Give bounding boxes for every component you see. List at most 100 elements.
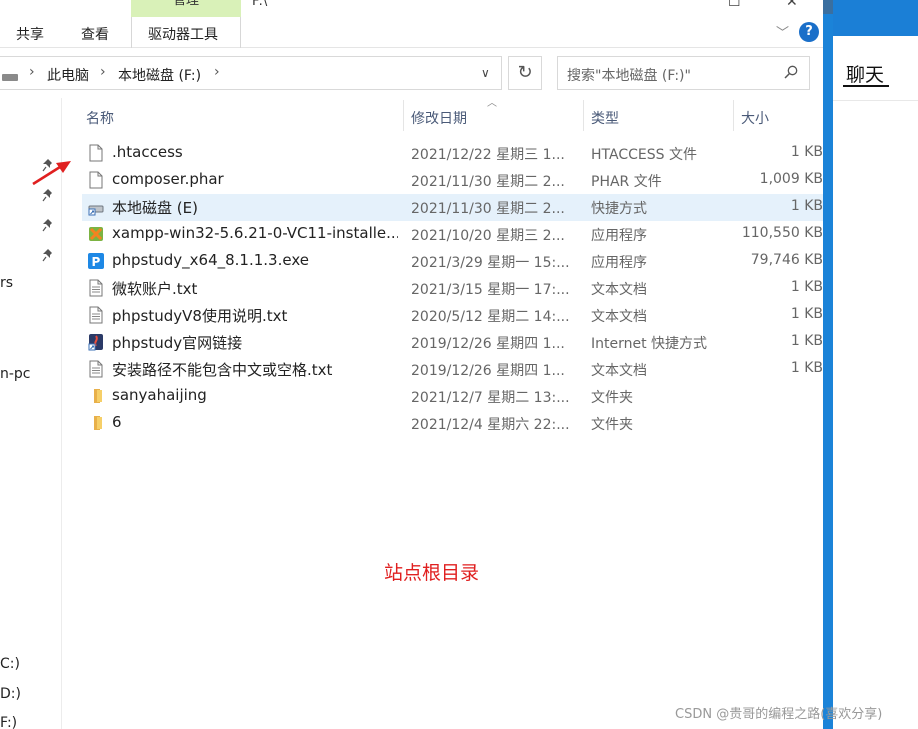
- file-date: 2021/10/20 星期三 2...: [411, 228, 565, 244]
- phpstudy-app-icon: P: [88, 252, 104, 270]
- close-button[interactable]: ✕: [786, 0, 798, 10]
- tab-chat[interactable]: 聊天: [846, 60, 884, 87]
- refresh-button[interactable]: ↻: [508, 56, 542, 90]
- tab-view[interactable]: 查看: [81, 24, 109, 44]
- file-name: sanyahaijing: [112, 386, 207, 404]
- side-app-strip: [823, 0, 833, 729]
- annotation-text: 站点根目录: [384, 562, 480, 584]
- file-type: 文本文档: [591, 309, 647, 325]
- file-date: 2021/11/30 星期二 2...: [411, 201, 565, 217]
- file-name: composer.phar: [112, 170, 224, 188]
- file-row[interactable]: phpstudyV8使用说明.txt 2020/5/12 星期二 14:... 文本…: [82, 302, 823, 329]
- search-icon[interactable]: [784, 65, 798, 79]
- svg-text:P: P: [92, 255, 101, 269]
- file-name: 微软账户.txt: [112, 280, 198, 298]
- file-row[interactable]: 安装路径不能包含中文或空格.txt 2019/12/26 星期四 1... 文本文档…: [82, 356, 823, 383]
- file-type: 文件夹: [591, 417, 633, 433]
- breadcrumb-drive-f[interactable]: 本地磁盘 (F:): [118, 65, 201, 85]
- column-header-type[interactable]: 类型: [591, 108, 619, 128]
- chat-side-panel: 聊天: [833, 0, 918, 729]
- nav-item-fragment[interactable]: rs: [0, 275, 13, 291]
- file-size: 1,009 KB: [759, 171, 823, 187]
- file-row[interactable]: sanyahaijing 2021/12/7 星期二 13:... 文件夹: [82, 383, 823, 410]
- file-date: 2021/3/15 星期一 17:...: [411, 282, 570, 298]
- column-header-name[interactable]: 名称: [86, 108, 114, 128]
- help-button[interactable]: ?: [799, 22, 819, 42]
- address-history-dropdown-icon[interactable]: ∨: [481, 66, 490, 80]
- breadcrumb-separator-icon[interactable]: ›: [100, 64, 106, 80]
- file-type: 文件夹: [591, 390, 633, 406]
- nav-item-drive-d[interactable]: D:): [0, 686, 21, 702]
- watermark: CSDN @贵哥的编程之路(喜欢分享): [675, 707, 883, 722]
- xampp-installer-icon: [88, 225, 104, 243]
- file-date: 2021/11/30 星期二 2...: [411, 174, 565, 190]
- context-tab-group-manage[interactable]: 管理: [131, 0, 241, 17]
- tab-drive-tools[interactable]: 驱动器工具: [148, 24, 218, 44]
- text-file-icon: [88, 306, 104, 324]
- file-size: 79,746 KB: [750, 252, 823, 268]
- file-type: 应用程序: [591, 255, 647, 271]
- maximize-button[interactable]: ☐: [728, 0, 741, 10]
- breadcrumb-separator-icon[interactable]: ›: [214, 64, 220, 80]
- pin-icon[interactable]: [42, 248, 54, 262]
- file-row[interactable]: xampp-win32-5.6.21-0-VC11-installe... 202…: [82, 221, 823, 248]
- file-name: 本地磁盘 (E): [112, 199, 198, 217]
- file-row[interactable]: 6 2021/12/4 星期六 22:... 文件夹: [82, 410, 823, 437]
- file-size: 110,550 KB: [741, 225, 823, 241]
- ribbon: 管理 F:\ 共享 查看 驱动器工具 ☐ ✕ ﹀ ?: [0, 0, 823, 48]
- file-date: 2019/12/26 星期四 1...: [411, 363, 565, 379]
- file-name: .htaccess: [112, 143, 183, 161]
- file-row[interactable]: 微软账户.txt 2021/3/15 星期一 17:... 文本文档 1 KB: [82, 275, 823, 302]
- search-placeholder: 搜索"本地磁盘 (F:)": [567, 68, 691, 84]
- column-header-size[interactable]: 大小: [741, 108, 769, 128]
- sort-indicator-icon: ︿: [487, 98, 497, 109]
- file-date: 2021/12/22 星期三 1...: [411, 147, 565, 163]
- file-date: 2021/3/29 星期一 15:...: [411, 255, 570, 271]
- file-row[interactable]: .htaccess 2021/12/22 星期三 1... HTACCESS 文件 1…: [82, 140, 823, 167]
- file-type: 快捷方式: [591, 201, 647, 217]
- column-header-date[interactable]: 修改日期: [411, 108, 467, 128]
- blank-file-icon: [88, 144, 104, 162]
- file-row[interactable]: 本地磁盘 (E) 2021/11/30 星期二 2... 快捷方式 1 KB: [82, 194, 823, 221]
- file-size: 1 KB: [790, 144, 823, 160]
- file-row[interactable]: Pphpstudy_x64_8.1.1.3.exe 2021/3/29 星期一 1…: [82, 248, 823, 275]
- context-tab-group-label: 管理: [172, 0, 199, 8]
- pin-icon[interactable]: [42, 218, 54, 232]
- file-type: 应用程序: [591, 228, 647, 244]
- file-name: phpstudy官网链接: [112, 334, 243, 352]
- chat-panel-header: [833, 0, 918, 36]
- refresh-icon: ↻: [517, 62, 533, 83]
- file-name: 6: [112, 413, 122, 431]
- tab-share[interactable]: 共享: [16, 24, 44, 44]
- file-name: phpstudyV8使用说明.txt: [112, 307, 288, 325]
- file-date: 2020/5/12 星期二 14:...: [411, 309, 570, 325]
- shortcut-drive-icon: [88, 198, 104, 216]
- search-box[interactable]: 搜索"本地磁盘 (F:)": [557, 56, 810, 90]
- annotation-arrow-icon: [32, 161, 71, 186]
- file-size: 1 KB: [790, 279, 823, 295]
- ribbon-expand-chevron-icon[interactable]: ﹀: [776, 22, 789, 41]
- side-app-strip-icon: [823, 0, 833, 14]
- file-type: PHAR 文件: [591, 174, 662, 190]
- pin-icon[interactable]: [42, 188, 54, 202]
- nav-item-drive-f[interactable]: F:): [0, 715, 17, 729]
- file-date: 2019/12/26 星期四 1...: [411, 336, 565, 352]
- column-divider[interactable]: [733, 100, 734, 131]
- nav-item-fragment[interactable]: n-pc: [0, 366, 31, 382]
- breadcrumb-separator-icon[interactable]: ›: [29, 64, 35, 80]
- column-divider[interactable]: [583, 100, 584, 131]
- file-row[interactable]: composer.phar 2021/11/30 星期二 2... PHAR 文件 1…: [82, 167, 823, 194]
- breadcrumb-this-pc[interactable]: 此电脑: [47, 65, 89, 85]
- address-bar[interactable]: › 此电脑 › 本地磁盘 (F:) › ∨: [0, 56, 502, 90]
- file-size: 1 KB: [790, 333, 823, 349]
- blank-file-icon: [88, 171, 104, 189]
- file-size: 1 KB: [790, 360, 823, 376]
- column-divider[interactable]: [403, 100, 404, 131]
- internet-shortcut-icon: [88, 333, 104, 351]
- file-size: 1 KB: [790, 306, 823, 322]
- file-type: Internet 快捷方式: [591, 336, 708, 352]
- nav-item-drive-c[interactable]: C:): [0, 656, 20, 672]
- chat-panel-divider: [833, 100, 918, 101]
- file-explorer-window: 管理 F:\ 共享 查看 驱动器工具 ☐ ✕ ﹀ ? › 此电脑 › 本地磁盘 …: [0, 0, 823, 729]
- file-row[interactable]: phpstudy官网链接 2019/12/26 星期四 1... Internet …: [82, 329, 823, 356]
